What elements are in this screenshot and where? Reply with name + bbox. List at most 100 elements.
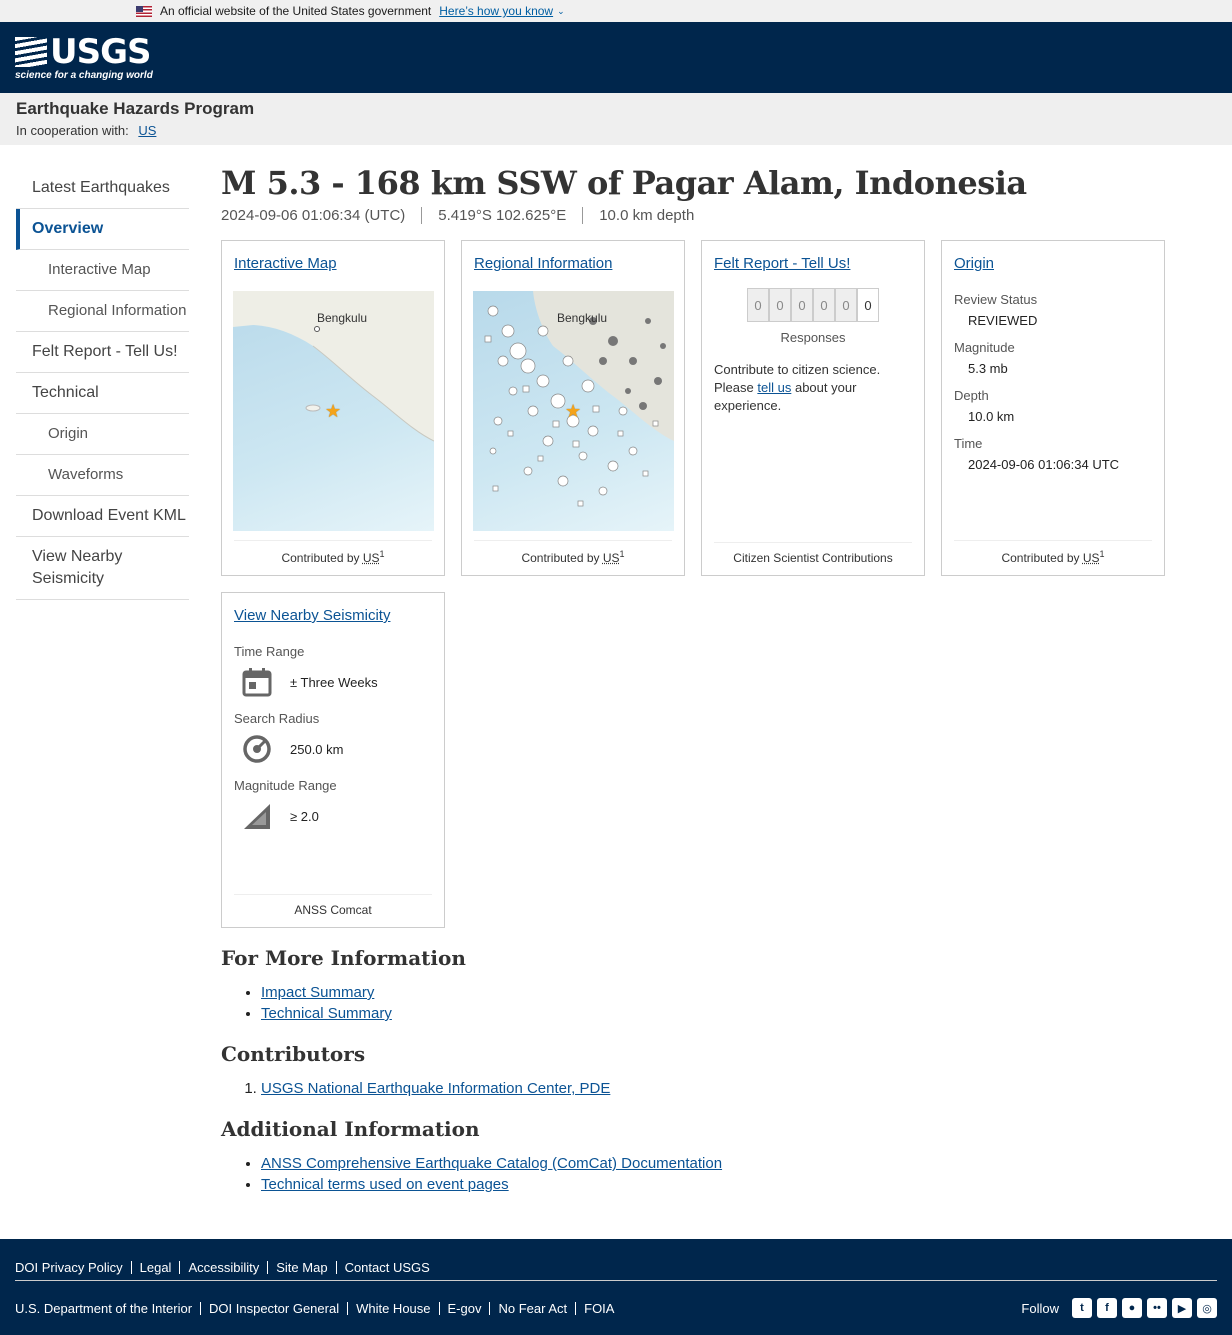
counter-digit: 0: [857, 288, 879, 322]
list-item: Technical terms used on event pages: [261, 1174, 1211, 1195]
footer-link[interactable]: E-gov: [438, 1301, 490, 1315]
calendar-icon: [242, 668, 272, 697]
sidebar-item-felt-report[interactable]: Felt Report - Tell Us!: [16, 332, 189, 373]
side-navigation: Latest Earthquakes Overview Interactive …: [16, 168, 189, 1195]
sidebar-item-nearby-seismicity[interactable]: View Nearby Seismicity: [16, 537, 189, 600]
list-item: Impact Summary: [261, 982, 1211, 1003]
footer-link[interactable]: DOI Inspector General: [200, 1301, 347, 1315]
program-bar: Earthquake Hazards Program In cooperatio…: [0, 93, 1232, 145]
program-title[interactable]: Earthquake Hazards Program: [16, 99, 1216, 119]
card-title-nearby[interactable]: View Nearby Seismicity: [234, 607, 390, 624]
footer-link[interactable]: Contact USGS: [335, 1261, 438, 1274]
sidebar-item-technical[interactable]: Technical: [16, 373, 189, 414]
card-nearby-seismicity[interactable]: View Nearby Seismicity Time Range ± Thre…: [221, 592, 445, 928]
event-meta: 2024-09-06 01:06:34 (UTC) 5.419°S 102.62…: [221, 207, 1211, 224]
card-footer: ANSS Comcat: [234, 894, 432, 917]
magnitude-value: 5.3 mb: [968, 361, 1008, 376]
contributor-abbr: US: [602, 551, 620, 565]
card-footer: Contributed by US1: [954, 540, 1152, 565]
card-origin[interactable]: Origin Review Status REVIEWED Magnitude …: [941, 240, 1165, 576]
card-title-interactive-map[interactable]: Interactive Map: [234, 255, 337, 272]
footnote-ref[interactable]: 1: [620, 549, 625, 559]
instagram-icon[interactable]: ◎: [1197, 1298, 1217, 1318]
list-item: ANSS Comprehensive Earthquake Catalog (C…: [261, 1153, 1211, 1174]
footnote-ref[interactable]: 1: [1100, 549, 1105, 559]
facebook-icon[interactable]: f: [1097, 1298, 1117, 1318]
flickr-icon[interactable]: ••: [1147, 1298, 1167, 1318]
card-title-regional[interactable]: Regional Information: [474, 255, 612, 272]
technical-summary-link[interactable]: Technical Summary: [261, 1005, 392, 1022]
response-counter: 0 0 0 0 0 0: [714, 288, 912, 322]
site-header: USGS science for a changing world: [0, 22, 1232, 93]
footer-links-secondary: U.S. Department of the Interior DOI Insp…: [15, 1301, 622, 1315]
epicenter-star-icon: ★: [565, 401, 582, 421]
main-content: M 5.3 - 168 km SSW of Pagar Alam, Indone…: [221, 164, 1211, 1195]
sidebar-item-download-kml[interactable]: Download Event KML: [16, 496, 189, 537]
heres-how-you-know-link[interactable]: Here’s how you know: [439, 4, 553, 18]
sidebar-item-overview[interactable]: Overview: [16, 209, 189, 250]
footer-link[interactable]: U.S. Department of the Interior: [15, 1302, 200, 1315]
epicenter-star-icon: ★: [325, 401, 342, 421]
more-info-heading: For More Information: [221, 946, 466, 970]
page-title: M 5.3 - 168 km SSW of Pagar Alam, Indone…: [221, 164, 1027, 202]
footnote-ref[interactable]: 1: [380, 549, 385, 559]
github-icon[interactable]: ●: [1122, 1298, 1142, 1318]
magnitude-range-row: ≥ 2.0: [242, 801, 432, 831]
follow-label: Follow: [1021, 1300, 1059, 1316]
card-interactive-map[interactable]: Interactive Map Bengkulu ★ Contributed b…: [221, 240, 445, 576]
footer-prefix: Contributed by: [1001, 551, 1080, 565]
logo-tagline: science for a changing world: [15, 69, 153, 81]
us-flag-icon: [136, 5, 152, 17]
time-value: 2024-09-06 01:06:34 UTC: [968, 457, 1120, 472]
impact-summary-link[interactable]: Impact Summary: [261, 984, 374, 1001]
footer-link[interactable]: No Fear Act: [489, 1301, 575, 1315]
time-label: Time: [954, 436, 983, 451]
time-range-value: ± Three Weeks: [290, 674, 378, 690]
felt-description: Contribute to citizen science. Please te…: [714, 361, 912, 415]
contributor-link[interactable]: USGS National Earthquake Information Cen…: [261, 1080, 610, 1097]
footer-link[interactable]: FOIA: [575, 1301, 622, 1315]
contributors-heading: Contributors: [221, 1042, 366, 1066]
coop-link[interactable]: US: [138, 123, 156, 138]
radius-target-icon: [243, 735, 271, 763]
magnitude-range-label: Magnitude Range: [234, 778, 337, 793]
chevron-down-icon[interactable]: ⌄: [557, 6, 565, 17]
footer-link[interactable]: DOI Privacy Policy: [15, 1261, 131, 1274]
footer-link[interactable]: Site Map: [267, 1261, 335, 1274]
site-footer: DOI Privacy Policy Legal Accessibility S…: [0, 1239, 1232, 1335]
card-footer: Citizen Scientist Contributions: [714, 542, 912, 565]
sidebar-item-latest-earthquakes[interactable]: Latest Earthquakes: [16, 168, 189, 209]
counter-digit: 0: [747, 288, 769, 322]
map-city-label: Bengkulu: [557, 311, 608, 325]
card-felt-report[interactable]: Felt Report - Tell Us! 0 0 0 0 0 0 Respo…: [701, 240, 925, 576]
sidebar-item-interactive-map[interactable]: Interactive Map: [16, 250, 189, 291]
youtube-icon[interactable]: ▶: [1172, 1298, 1192, 1318]
card-title-origin[interactable]: Origin: [954, 255, 994, 272]
interactive-map-thumbnail[interactable]: Bengkulu ★: [233, 291, 434, 531]
regional-map-thumbnail[interactable]: Bengkulu ★: [473, 291, 674, 531]
technical-terms-link[interactable]: Technical terms used on event pages: [261, 1176, 509, 1193]
time-range-row: ± Three Weeks: [242, 667, 432, 697]
sidebar-item-waveforms[interactable]: Waveforms: [16, 455, 189, 496]
tell-us-link[interactable]: tell us: [757, 380, 791, 395]
search-radius-value: 250.0 km: [290, 741, 344, 757]
social-follow: Follow t f ● •• ▶ ◎: [1021, 1298, 1217, 1318]
comcat-docs-link[interactable]: ANSS Comprehensive Earthquake Catalog (C…: [261, 1155, 722, 1172]
list-item: Technical Summary: [261, 1003, 1211, 1024]
usgs-logo[interactable]: USGS science for a changing world: [15, 35, 153, 81]
responses-label: Responses: [780, 330, 846, 345]
twitter-icon[interactable]: t: [1072, 1298, 1092, 1318]
footer-link[interactable]: White House: [347, 1301, 438, 1315]
event-location: 5.419°S 102.625°E: [421, 207, 582, 224]
card-title-felt[interactable]: Felt Report - Tell Us!: [714, 255, 850, 272]
sidebar-item-regional-information[interactable]: Regional Information: [16, 291, 189, 332]
card-regional-information[interactable]: Regional Information Bengkulu ★ Contribu…: [461, 240, 685, 576]
footer-link[interactable]: Accessibility: [179, 1261, 267, 1274]
footer-link[interactable]: Legal: [130, 1261, 180, 1274]
counter-digit: 0: [835, 288, 857, 322]
contributors-list: USGS National Earthquake Information Cen…: [221, 1078, 1211, 1099]
sidebar-item-origin[interactable]: Origin: [16, 414, 189, 455]
logo-text: USGS: [50, 31, 151, 72]
event-depth: 10.0 km depth: [582, 207, 710, 224]
coop-label: In cooperation with:: [16, 123, 129, 138]
